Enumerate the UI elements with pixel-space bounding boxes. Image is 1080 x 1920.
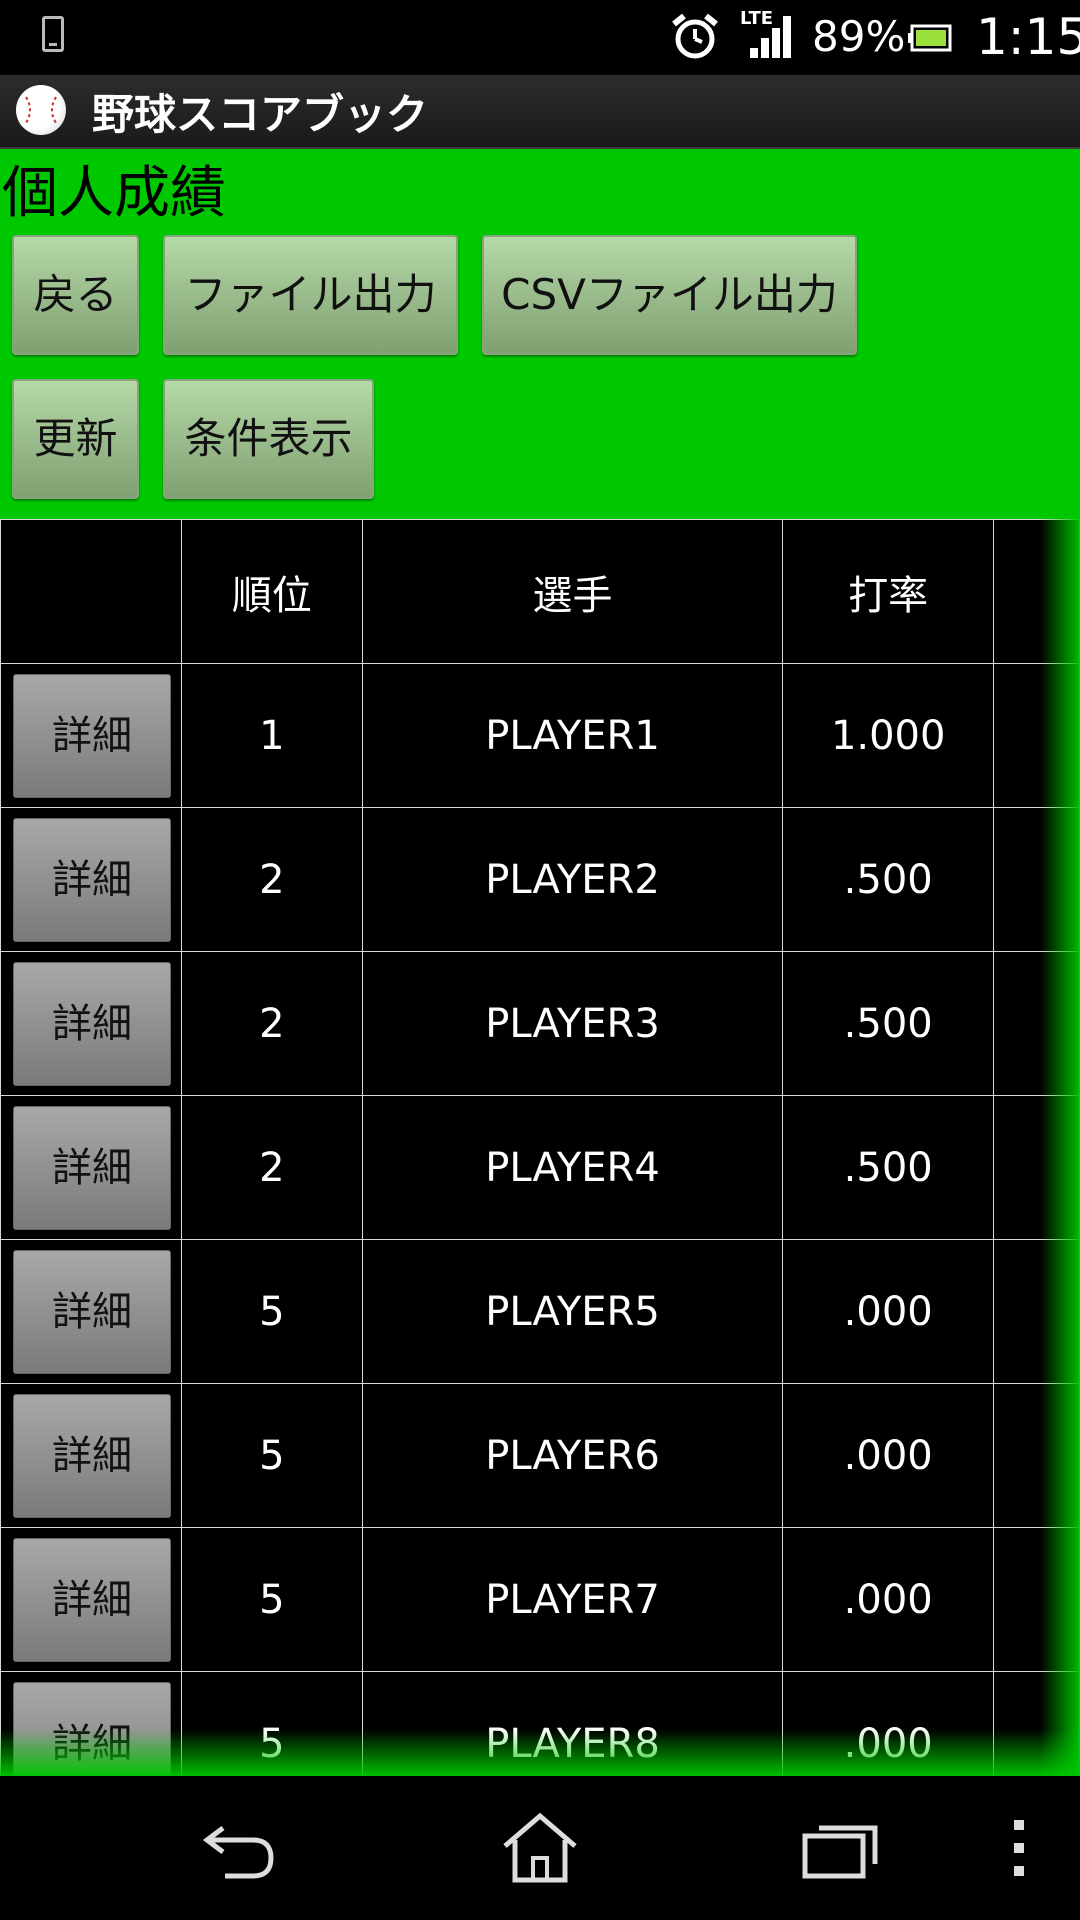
rank-cell: 5 <box>180 1383 363 1528</box>
detail-button[interactable]: 詳細 <box>13 1393 171 1518</box>
header-batting-average: 打率 <box>782 519 995 664</box>
recent-apps-icon[interactable] <box>795 1806 885 1890</box>
header-cell-partial <box>993 519 1080 664</box>
table-row: 詳細 1 PLAYER1 1.000 <box>0 663 1080 808</box>
stats-table: 順位 選手 打率 詳細 1 PLAYER1 1.000 詳細 2 PLAYER2… <box>0 519 1080 1776</box>
detail-button[interactable]: 詳細 <box>13 1105 171 1230</box>
avg-cell: .500 <box>782 1095 995 1240</box>
page-title: 個人成績 <box>2 161 226 226</box>
rank-cell: 5 <box>180 1239 363 1384</box>
avg-cell: .500 <box>782 807 995 952</box>
csv-output-button[interactable]: CSVファイル出力 <box>482 235 857 355</box>
player-cell: PLAYER2 <box>361 807 784 952</box>
avg-cell: .000 <box>782 1239 995 1384</box>
detail-button[interactable]: 詳細 <box>13 1249 171 1374</box>
player-cell: PLAYER3 <box>361 951 784 1096</box>
player-cell: PLAYER7 <box>361 1527 784 1672</box>
detail-button[interactable]: 詳細 <box>13 1681 171 1776</box>
header-player: 選手 <box>361 519 784 664</box>
player-cell: PLAYER8 <box>361 1671 784 1776</box>
baseball-icon <box>16 85 66 135</box>
detail-button[interactable]: 詳細 <box>13 961 171 1086</box>
header-rank: 順位 <box>180 519 363 664</box>
detail-button[interactable]: 詳細 <box>13 817 171 942</box>
rank-cell: 5 <box>180 1527 363 1672</box>
table-row: 詳細 5 PLAYER6 .000 <box>0 1383 1080 1528</box>
detail-button[interactable]: 詳細 <box>13 673 171 798</box>
overflow-menu-icon[interactable] <box>990 1806 1050 1890</box>
back-icon[interactable] <box>195 1806 285 1890</box>
player-cell: PLAYER5 <box>361 1239 784 1384</box>
rank-cell: 2 <box>180 1095 363 1240</box>
player-cell: PLAYER4 <box>361 1095 784 1240</box>
show-conditions-button[interactable]: 条件表示 <box>163 379 374 499</box>
clock: 1:15 <box>976 8 1080 66</box>
avg-cell: 1.000 <box>782 663 995 808</box>
back-button[interactable]: 戻る <box>12 235 139 355</box>
stats-table-container[interactable]: 順位 選手 打率 詳細 1 PLAYER1 1.000 詳細 2 PLAYER2… <box>0 519 1080 1776</box>
table-row: 詳細 2 PLAYER3 .500 <box>0 951 1080 1096</box>
player-cell: PLAYER1 <box>361 663 784 808</box>
rank-cell: 5 <box>180 1671 363 1776</box>
header-cell-blank <box>0 519 182 664</box>
rank-cell: 2 <box>180 951 363 1096</box>
battery-icon <box>908 24 952 52</box>
signal-strength-icon <box>750 16 791 58</box>
refresh-button[interactable]: 更新 <box>12 379 139 499</box>
table-header-row: 順位 選手 打率 <box>0 519 1080 664</box>
table-row: 詳細 5 PLAYER8 .000 <box>0 1671 1080 1776</box>
table-row: 詳細 5 PLAYER5 .000 <box>0 1239 1080 1384</box>
table-row: 詳細 2 PLAYER2 .500 <box>0 807 1080 952</box>
avg-cell: .000 <box>782 1383 995 1528</box>
app-title: 野球スコアブック <box>92 90 429 139</box>
avg-cell: .000 <box>782 1527 995 1672</box>
action-bar: 野球スコアブック <box>0 75 1080 149</box>
file-output-button[interactable]: ファイル出力 <box>163 235 458 355</box>
avg-cell: .000 <box>782 1671 995 1776</box>
detail-button[interactable]: 詳細 <box>13 1537 171 1662</box>
alarm-clock-icon <box>672 13 718 59</box>
navigation-bar <box>0 1776 1080 1920</box>
rank-cell: 2 <box>180 807 363 952</box>
table-row: 詳細 2 PLAYER4 .500 <box>0 1095 1080 1240</box>
avg-cell: .500 <box>782 951 995 1096</box>
player-cell: PLAYER6 <box>361 1383 784 1528</box>
rank-cell: 1 <box>180 663 363 808</box>
battery-percent: 89% <box>812 12 906 61</box>
phone-icon <box>42 16 64 52</box>
table-row: 詳細 5 PLAYER7 .000 <box>0 1527 1080 1672</box>
home-icon[interactable] <box>495 1806 585 1890</box>
status-bar: LTE 89% 1:15 <box>0 0 1080 75</box>
